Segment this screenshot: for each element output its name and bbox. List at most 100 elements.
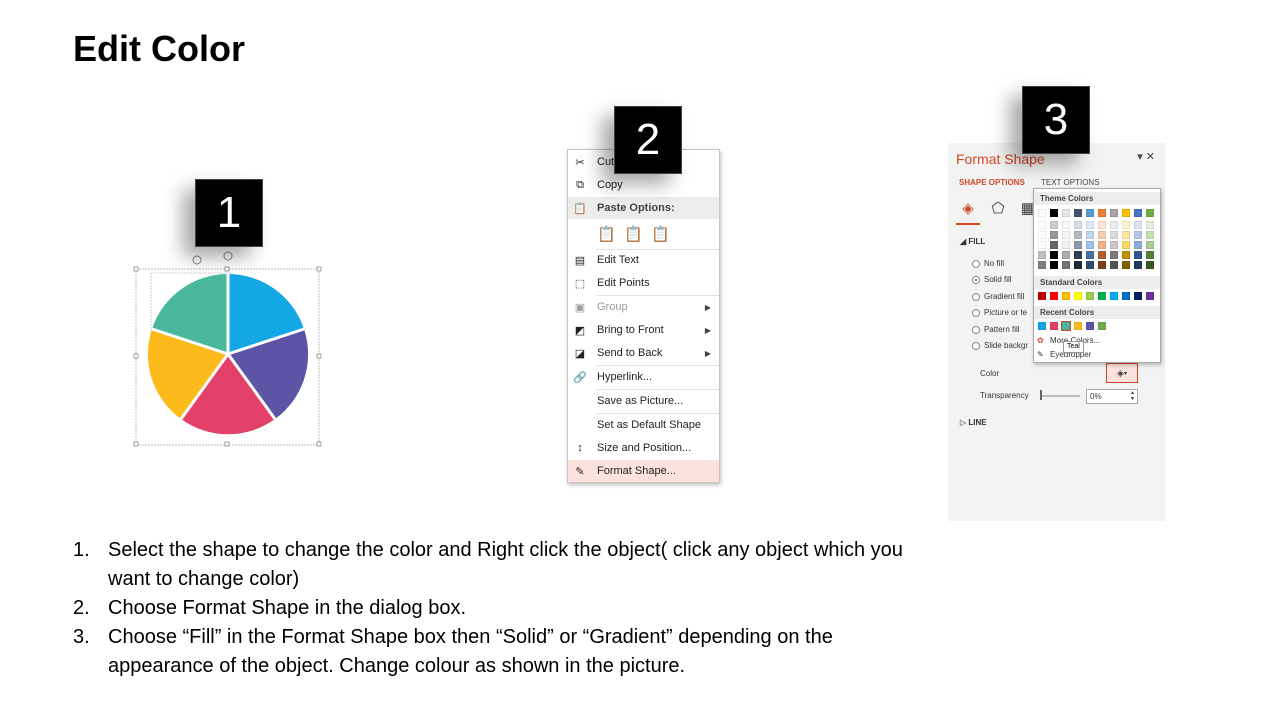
- standard-color-swatch[interactable]: [1134, 292, 1142, 300]
- standard-color-swatch[interactable]: [1074, 292, 1082, 300]
- standard-color-swatch[interactable]: [1146, 292, 1154, 300]
- menu-item-bring-to-front[interactable]: ◩ Bring to Front ▶: [568, 319, 719, 341]
- theme-color-swatch[interactable]: [1074, 251, 1082, 259]
- standard-color-swatch[interactable]: [1086, 292, 1094, 300]
- menu-item-edit-points[interactable]: ⬚ Edit Points: [568, 272, 719, 294]
- theme-color-swatch[interactable]: [1122, 261, 1130, 269]
- theme-color-swatch[interactable]: [1050, 251, 1058, 259]
- effects-pentagon-icon[interactable]: ⬠: [988, 199, 1008, 219]
- paste-image-icon[interactable]: 📋: [651, 225, 670, 243]
- transparency-slider-thumb[interactable]: [1040, 390, 1042, 400]
- menu-item-size-position[interactable]: ↕ Size and Position...: [568, 437, 719, 459]
- recent-color-swatch[interactable]: [1098, 322, 1106, 330]
- theme-color-swatch[interactable]: [1098, 209, 1106, 217]
- transparency-input[interactable]: 0% ▲ ▼: [1086, 389, 1138, 404]
- theme-color-swatch[interactable]: [1050, 231, 1058, 239]
- radio-gradient-fill[interactable]: Gradient fill: [972, 292, 1024, 301]
- theme-color-swatch[interactable]: [1038, 251, 1046, 259]
- radio-picture-fill[interactable]: Picture or te: [972, 308, 1027, 317]
- paste-picture-icon[interactable]: 📋: [624, 225, 643, 243]
- radio-solid-fill[interactable]: Solid fill: [972, 275, 1012, 284]
- menu-item-send-to-back[interactable]: ◪ Send to Back ▶: [568, 342, 719, 364]
- theme-color-swatch[interactable]: [1086, 231, 1094, 239]
- menu-item-group[interactable]: ▣ Group ▶: [568, 296, 719, 318]
- theme-color-swatch[interactable]: [1146, 241, 1154, 249]
- paste-keep-source-icon[interactable]: 📋: [597, 225, 616, 243]
- close-icon[interactable]: ✕: [1146, 151, 1155, 163]
- theme-color-swatch[interactable]: [1050, 241, 1058, 249]
- recent-color-swatch[interactable]: [1061, 321, 1071, 331]
- menu-item-copy[interactable]: ⧉ Copy: [568, 174, 719, 196]
- theme-color-swatch[interactable]: [1110, 241, 1118, 249]
- theme-color-swatch[interactable]: [1122, 221, 1130, 229]
- theme-color-swatch[interactable]: [1086, 251, 1094, 259]
- theme-color-swatch[interactable]: [1074, 231, 1082, 239]
- standard-color-swatch[interactable]: [1122, 292, 1130, 300]
- theme-color-swatch[interactable]: [1122, 241, 1130, 249]
- theme-color-swatch[interactable]: [1038, 231, 1046, 239]
- theme-color-swatch[interactable]: [1086, 261, 1094, 269]
- theme-color-swatch[interactable]: [1146, 261, 1154, 269]
- theme-color-swatch[interactable]: [1098, 221, 1106, 229]
- pane-options-dropdown-icon[interactable]: ▾: [1137, 151, 1143, 163]
- recent-color-swatch[interactable]: [1086, 322, 1094, 330]
- theme-color-swatch[interactable]: [1134, 261, 1142, 269]
- theme-color-swatch[interactable]: [1110, 251, 1118, 259]
- theme-color-swatch[interactable]: [1074, 221, 1082, 229]
- rotate-handle-icon[interactable]: [192, 251, 233, 265]
- menu-item-edit-text[interactable]: ▤ Edit Text: [568, 249, 719, 271]
- theme-color-swatch[interactable]: [1110, 261, 1118, 269]
- theme-color-swatch[interactable]: [1038, 221, 1046, 229]
- theme-color-swatch[interactable]: [1098, 261, 1106, 269]
- radio-pattern-fill[interactable]: Pattern fill: [972, 325, 1020, 334]
- theme-color-swatch[interactable]: [1098, 231, 1106, 239]
- menu-item-set-default-shape[interactable]: Set as Default Shape: [568, 414, 719, 436]
- theme-color-swatch[interactable]: [1098, 251, 1106, 259]
- recent-color-swatch[interactable]: [1038, 322, 1046, 330]
- theme-color-swatch[interactable]: [1038, 241, 1046, 249]
- menu-item-hyperlink[interactable]: 🔗 Hyperlink...: [568, 366, 719, 388]
- theme-color-swatch[interactable]: [1062, 261, 1070, 269]
- theme-color-swatch[interactable]: [1146, 251, 1154, 259]
- theme-color-swatch[interactable]: [1134, 241, 1142, 249]
- theme-color-swatch[interactable]: [1062, 231, 1070, 239]
- standard-color-swatch[interactable]: [1062, 292, 1070, 300]
- line-section-header[interactable]: ▷ LINE: [960, 418, 987, 427]
- theme-color-swatch[interactable]: [1146, 231, 1154, 239]
- standard-color-swatch[interactable]: [1110, 292, 1118, 300]
- tab-shape-options[interactable]: SHAPE OPTIONS: [959, 178, 1025, 187]
- standard-color-swatch[interactable]: [1038, 292, 1046, 300]
- theme-color-swatch[interactable]: [1134, 221, 1142, 229]
- theme-color-swatch[interactable]: [1098, 241, 1106, 249]
- theme-color-swatch[interactable]: [1122, 231, 1130, 239]
- theme-color-swatch[interactable]: [1110, 209, 1118, 217]
- fill-color-button[interactable]: ◈ ▾: [1106, 363, 1138, 383]
- theme-color-swatch[interactable]: [1074, 209, 1082, 217]
- theme-color-swatch[interactable]: [1110, 231, 1118, 239]
- radio-no-fill[interactable]: No fill: [972, 259, 1004, 268]
- theme-color-swatch[interactable]: [1122, 209, 1130, 217]
- theme-color-swatch[interactable]: [1038, 209, 1046, 217]
- standard-color-swatch[interactable]: [1098, 292, 1106, 300]
- theme-color-swatch[interactable]: [1062, 241, 1070, 249]
- tab-text-options[interactable]: TEXT OPTIONS: [1041, 178, 1100, 187]
- theme-color-swatch[interactable]: [1062, 221, 1070, 229]
- theme-color-swatch[interactable]: [1050, 221, 1058, 229]
- theme-color-swatch[interactable]: [1086, 221, 1094, 229]
- theme-color-swatch[interactable]: [1134, 251, 1142, 259]
- radio-slide-background[interactable]: Slide backgr: [972, 341, 1028, 350]
- theme-color-swatch[interactable]: [1134, 209, 1142, 217]
- theme-color-swatch[interactable]: [1146, 209, 1154, 217]
- menu-item-save-as-picture[interactable]: Save as Picture...: [568, 390, 719, 412]
- theme-color-swatch[interactable]: [1074, 261, 1082, 269]
- transparency-slider-track[interactable]: [1040, 395, 1080, 397]
- recent-color-swatch[interactable]: [1050, 322, 1058, 330]
- theme-color-swatch[interactable]: [1062, 251, 1070, 259]
- puzzle-pie-svg[interactable]: [128, 250, 328, 450]
- theme-color-swatch[interactable]: [1122, 251, 1130, 259]
- theme-color-swatch[interactable]: [1074, 241, 1082, 249]
- spinner-arrows-icon[interactable]: ▲ ▼: [1130, 390, 1135, 402]
- theme-color-swatch[interactable]: [1110, 221, 1118, 229]
- fill-line-icon[interactable]: ◈: [958, 199, 978, 219]
- standard-color-swatch[interactable]: [1050, 292, 1058, 300]
